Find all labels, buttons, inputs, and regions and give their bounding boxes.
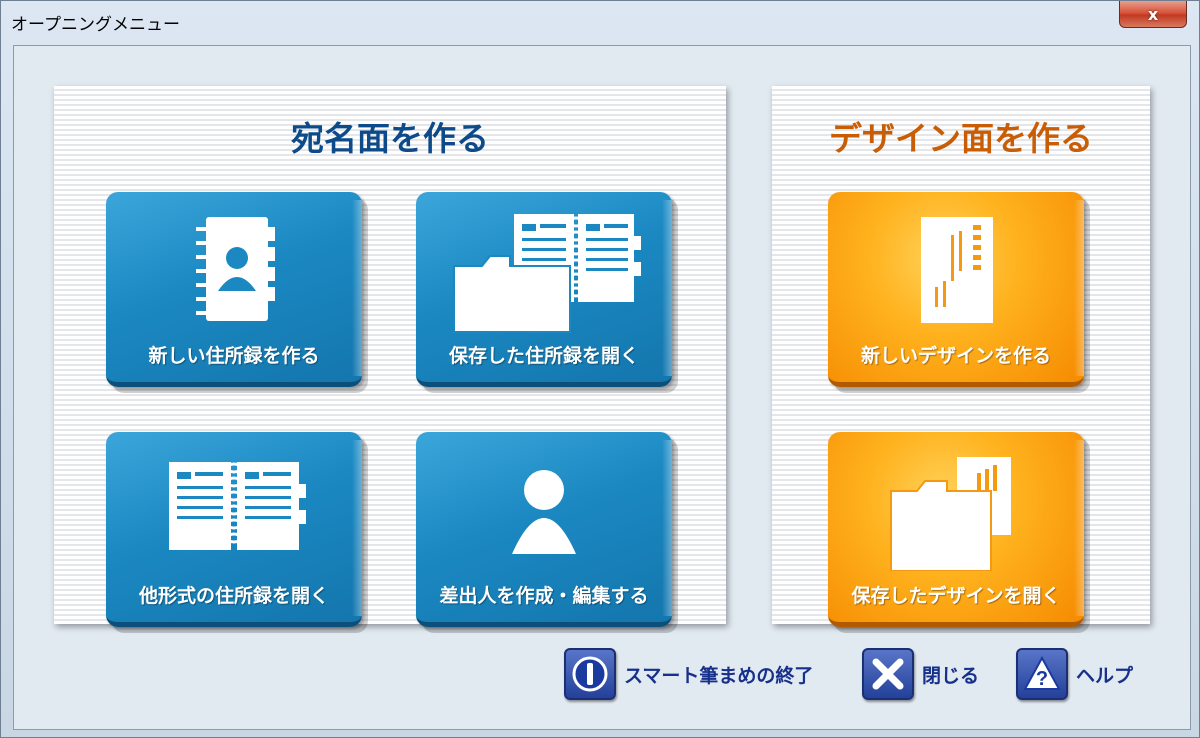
open-saved-address-book-button[interactable]: 保存した住所録を開く	[416, 192, 672, 387]
open-folder-address-book-icon	[416, 206, 672, 336]
opening-menu-window: オープニングメニュー x 宛名面を作る 新しい住所録を作る 保存した住所録を開く…	[0, 0, 1200, 738]
svg-text:?: ?	[1036, 668, 1048, 690]
new-design-label: 新しいデザインを作る	[860, 345, 1051, 367]
open-saved-address-book-label: 保存した住所録を開く	[448, 345, 639, 367]
power-icon	[564, 648, 616, 700]
address-panel-title: 宛名面を作る	[291, 119, 489, 158]
title-bar: オープニングメニュー x	[1, 1, 1199, 39]
open-saved-design-label: 保存したデザインを開く	[851, 585, 1061, 607]
folder-postcard-icon	[828, 446, 1084, 576]
close-button[interactable]: 閉じる	[862, 648, 979, 700]
new-address-book-label: 新しい住所録を作る	[148, 345, 320, 367]
close-icon: x	[1147, 4, 1159, 24]
help-button[interactable]: ? ヘルプ	[1016, 648, 1133, 700]
edit-sender-button[interactable]: 差出人を作成・編集する	[416, 432, 672, 627]
design-panel: デザイン面を作る 新しいデザインを作る 保存したデザインを開く	[772, 86, 1150, 627]
help-label: ヘルプ	[1076, 664, 1134, 687]
exit-application-label: スマート筆まめの終了	[624, 664, 814, 687]
window-close-button[interactable]: x	[1119, 1, 1187, 28]
design-panel-title: デザイン面を作る	[829, 119, 1093, 158]
edit-sender-label: 差出人を作成・編集する	[439, 585, 649, 607]
exit-application-button[interactable]: スマート筆まめの終了	[564, 648, 813, 700]
open-other-format-address-book-button[interactable]: 他形式の住所録を開く	[106, 432, 362, 627]
window-title: オープニングメニュー	[11, 15, 180, 35]
open-other-format-address-book-label: 他形式の住所録を開く	[138, 585, 329, 607]
open-saved-design-button[interactable]: 保存したデザインを開く	[828, 432, 1084, 627]
address-panel: 宛名面を作る 新しい住所録を作る 保存した住所録を開く 他形式の住所録を開く 差…	[54, 86, 726, 627]
person-icon	[416, 446, 672, 576]
client-area: 宛名面を作る 新しい住所録を作る 保存した住所録を開く 他形式の住所録を開く 差…	[13, 45, 1191, 730]
new-address-book-button[interactable]: 新しい住所録を作る	[106, 192, 362, 387]
close-x-icon	[862, 648, 914, 700]
close-label: 閉じる	[922, 664, 980, 687]
open-book-icon	[106, 446, 362, 576]
help-icon: ?	[1016, 648, 1068, 700]
address-book-icon	[106, 206, 362, 336]
new-design-button[interactable]: 新しいデザインを作る	[828, 192, 1084, 387]
postcard-icon	[828, 206, 1084, 336]
